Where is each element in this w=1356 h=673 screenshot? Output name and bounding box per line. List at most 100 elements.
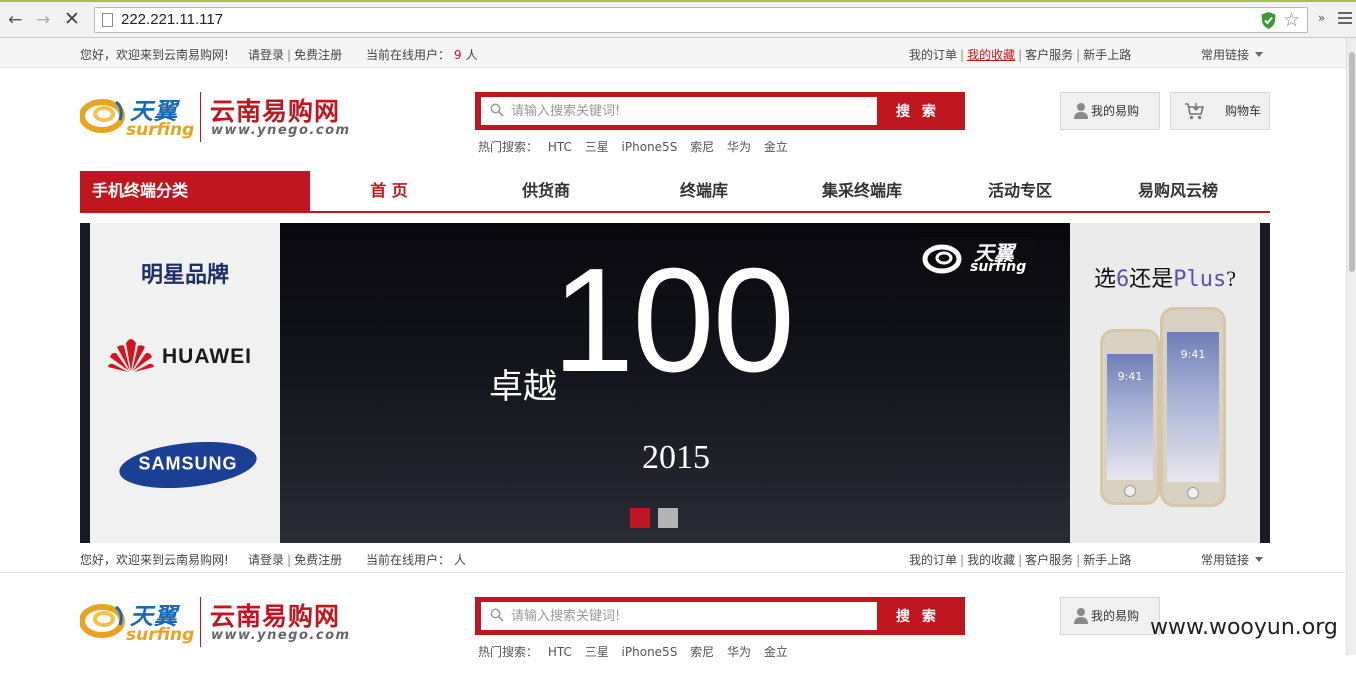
url-text[interactable]: 222.221.11.117 [121, 11, 223, 28]
customer-service-link[interactable]: 客户服务 [1025, 553, 1073, 567]
hero-tianyi-logo: 天翼 surfing [920, 237, 1034, 279]
logo-divider [200, 597, 201, 647]
nav-promotions[interactable]: 活动专区 [960, 171, 1080, 211]
logo-divider [200, 92, 201, 142]
hot-keyword-sony[interactable]: 索尼 [690, 645, 714, 659]
shield-icon[interactable] [1260, 11, 1277, 30]
hot-keyword-htc[interactable]: HTC [548, 140, 572, 154]
my-orders-link[interactable]: 我的订单 [909, 553, 957, 567]
caret-down-icon [1255, 557, 1264, 562]
caret-down-icon [1255, 52, 1264, 57]
hero-logo-surfing: surfing [970, 259, 1027, 275]
more-extensions-icon[interactable]: » [1318, 11, 1325, 25]
stop-icon[interactable]: ✕ [64, 8, 80, 30]
hot-search-label: 热门搜索： [478, 645, 539, 659]
my-favorites-link[interactable]: 我的收藏 [967, 48, 1015, 62]
nav-ranking[interactable]: 易购风云榜 [1118, 171, 1238, 211]
online-count: 9 [454, 48, 462, 62]
auth-links: 请登录 | 免费注册 [248, 48, 343, 62]
user-links: 我的订单 | 我的收藏 | 客户服务 | 新手上路 [909, 553, 1132, 567]
site-logo[interactable]: 天翼 surfing 云南易购网 www.ynego.com [80, 595, 349, 651]
nav-terminal-library[interactable]: 终端库 [644, 171, 764, 211]
hot-keyword-iphone5s[interactable]: iPhone5S [622, 140, 678, 154]
scrollbar-thumb[interactable] [1349, 52, 1355, 272]
hot-keyword-samsung[interactable]: 三星 [585, 645, 609, 659]
brand-samsung[interactable]: SAMSUNG [118, 452, 258, 474]
register-link[interactable]: 免费注册 [294, 553, 342, 567]
online-users: 当前在线用户： 9 人 [366, 46, 478, 63]
welcome-text: 您好，欢迎来到云南易购网! [80, 48, 229, 62]
address-bar[interactable]: 222.221.11.117 ☆ [94, 7, 1308, 33]
search-button[interactable]: 搜 索 [877, 602, 959, 630]
search-button[interactable]: 搜 索 [877, 97, 959, 125]
register-link[interactable]: 免费注册 [294, 48, 342, 62]
wooyun-watermark: www.wooyun.org [1150, 615, 1338, 640]
brand-huawei[interactable]: HUAWEI [162, 345, 252, 369]
slide-indicator-2[interactable] [658, 508, 678, 528]
search-field [481, 602, 877, 630]
logo-domain: www.ynego.com [211, 123, 351, 138]
hot-keyword-huawei[interactable]: 华为 [727, 140, 751, 154]
site-header: 天翼 surfing 云南易购网 www.ynego.com 搜 索 热门搜索：… [0, 68, 1346, 168]
nav-home[interactable]: 首 页 [329, 171, 449, 211]
top-utility-bar-repeat: 您好，欢迎来到云南易购网! 请登录 | 免费注册 当前在线用户：人 我的订单 | 我的收… [0, 543, 1346, 573]
cart-button[interactable]: 购物车 [1170, 92, 1270, 130]
online-label: 当前在线用户： [366, 553, 451, 567]
online-label: 当前在线用户： [366, 48, 451, 62]
back-icon[interactable]: ← [8, 10, 22, 30]
hero-prefix: 卓越 [489, 367, 557, 407]
my-orders-link[interactable]: 我的订单 [909, 48, 957, 62]
common-links-label: 常用链接 [1201, 48, 1250, 62]
hot-keyword-iphone5s[interactable]: iPhone5S [622, 645, 678, 659]
tianyi-swirl-icon [80, 99, 125, 133]
beginner-guide-link[interactable]: 新手上路 [1083, 48, 1131, 62]
beginner-guide-link[interactable]: 新手上路 [1083, 553, 1131, 567]
nav-procurement-library[interactable]: 集采终端库 [802, 171, 922, 211]
common-links-dropdown[interactable]: 常用链接 [1201, 551, 1264, 568]
search-field [481, 97, 877, 125]
browser-toolbar: ← → ✕ 222.221.11.117 ☆ » [0, 0, 1356, 38]
hot-keyword-huawei[interactable]: 华为 [727, 645, 751, 659]
customer-service-link[interactable]: 客户服务 [1025, 48, 1073, 62]
hot-keyword-sony[interactable]: 索尼 [690, 140, 714, 154]
search-box: 搜 索 [475, 92, 965, 130]
menu-icon[interactable] [1338, 12, 1352, 28]
hot-keyword-samsung[interactable]: 三星 [585, 140, 609, 154]
home-button-icon [1124, 485, 1136, 497]
nav-suppliers[interactable]: 供货商 [486, 171, 606, 211]
login-link[interactable]: 请登录 [248, 553, 284, 567]
online-users: 当前在线用户：人 [366, 551, 466, 568]
phone-category-menu[interactable]: 手机终端分类 [80, 171, 310, 211]
search-icon [490, 103, 504, 117]
slide-indicator-1[interactable] [630, 508, 650, 528]
star-icon[interactable]: ☆ [1283, 9, 1300, 31]
hot-keyword-gionee[interactable]: 金立 [764, 645, 788, 659]
tianyi-swirl-icon [80, 604, 125, 638]
forward-icon[interactable]: → [36, 10, 50, 30]
huawei-logo-icon[interactable] [108, 337, 154, 373]
hero-banner: 明星品牌 HUAWEI SAMSUNG 卓越 100 2015 天翼 surfi… [80, 223, 1270, 543]
my-ego-button[interactable]: 我的易购 [1060, 92, 1160, 130]
user-links: 我的订单 | 我的收藏 | 客户服务 | 新手上路 [909, 48, 1132, 62]
welcome-text: 您好，欢迎来到云南易购网! [80, 553, 229, 567]
auth-links: 请登录 | 免费注册 [248, 553, 343, 567]
page-scrollbar[interactable] [1346, 38, 1356, 655]
home-button-icon [1187, 487, 1199, 499]
hero-slide[interactable]: 卓越 100 2015 天翼 surfing [280, 223, 1070, 543]
my-favorites-link[interactable]: 我的收藏 [967, 553, 1015, 567]
search-input[interactable] [511, 605, 871, 627]
main-navigation: 手机终端分类 首 页 供货商 终端库 集采终端库 活动专区 易购风云榜 [80, 171, 1270, 213]
hot-keyword-htc[interactable]: HTC [548, 645, 572, 659]
my-ego-button[interactable]: 我的易购 [1060, 597, 1160, 635]
hot-search-label: 热门搜索： [478, 140, 539, 154]
hot-keyword-gionee[interactable]: 金立 [764, 140, 788, 154]
common-links-dropdown[interactable]: 常用链接 [1201, 46, 1264, 63]
my-ego-label: 我的易购 [1091, 609, 1140, 623]
user-icon [1074, 608, 1088, 624]
login-link[interactable]: 请登录 [248, 48, 284, 62]
page-icon [102, 13, 113, 27]
hot-searches: 热门搜索： HTC 三星 iPhone5S 索尼 华为 金立 [478, 138, 797, 155]
site-logo[interactable]: 天翼 surfing 云南易购网 www.ynego.com [80, 90, 349, 146]
iphone-promo-panel[interactable]: 选6还是Plus? 9:41 9:41 [1070, 223, 1260, 543]
search-input[interactable] [511, 100, 871, 122]
